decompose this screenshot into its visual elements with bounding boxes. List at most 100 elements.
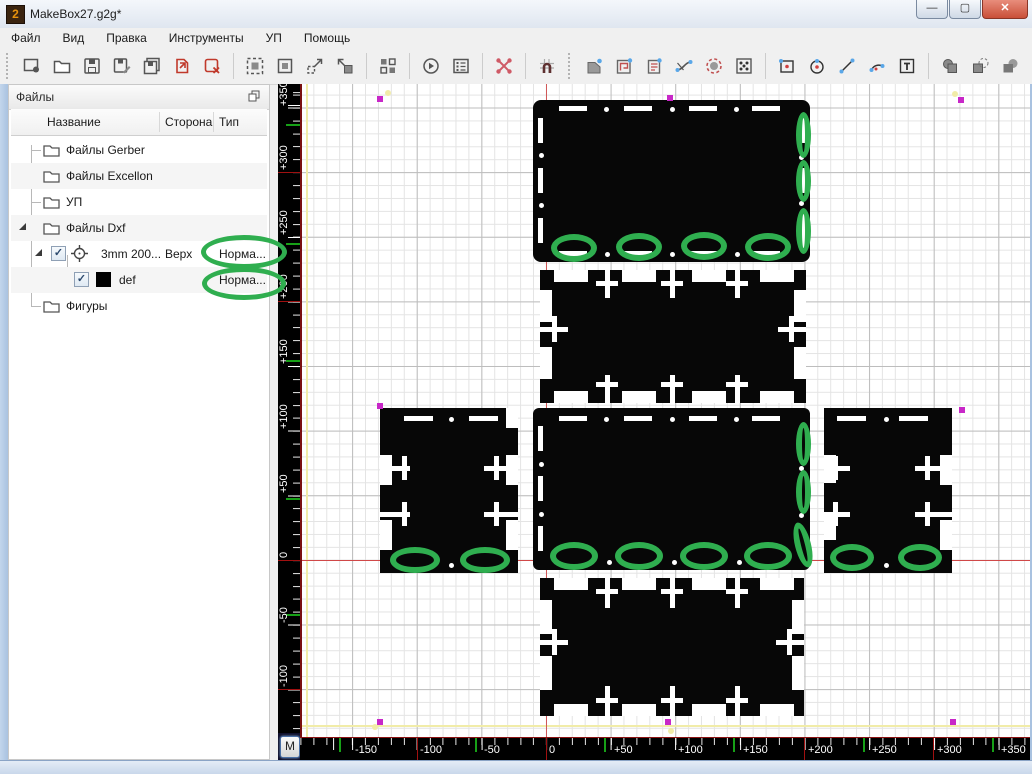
h-ruler-label: +250 (872, 744, 897, 756)
pattern-tool-icon[interactable] (732, 54, 756, 78)
status-bar (0, 760, 1032, 774)
menu-view[interactable]: Вид (52, 29, 96, 47)
bool-union-icon[interactable] (938, 54, 962, 78)
save-as-icon[interactable] (110, 54, 134, 78)
dxf-shape-side-left[interactable] (380, 408, 518, 573)
h-ruler-label: +300 (937, 744, 962, 756)
h-ruler-label: +100 (678, 744, 703, 756)
column-type[interactable]: Тип (219, 115, 239, 129)
save-icon[interactable] (80, 54, 104, 78)
dxf-shape-lid[interactable] (533, 100, 811, 262)
properties-icon[interactable] (449, 54, 473, 78)
yellow-marker (952, 91, 958, 97)
toolbar-handle (568, 53, 573, 79)
units-button[interactable]: M (280, 736, 300, 758)
folder-icon (43, 299, 60, 313)
annotation-ellipse (744, 542, 792, 570)
dxf-shape-side-right[interactable] (824, 408, 952, 573)
column-side[interactable]: Сторона (165, 115, 212, 129)
float-panel-icon[interactable] (248, 90, 261, 108)
draw-arc-icon[interactable] (865, 54, 889, 78)
toolbar-separator (765, 53, 766, 79)
menu-tools[interactable]: Инструменты (158, 29, 255, 47)
draw-rect-icon[interactable] (775, 54, 799, 78)
polygon-tool-icon[interactable] (582, 54, 606, 78)
menu-file[interactable]: Файл (0, 29, 52, 47)
zoom-in-icon[interactable] (333, 54, 357, 78)
menu-help[interactable]: Помощь (293, 29, 361, 47)
expand-arrow-icon[interactable] (35, 249, 42, 256)
pocket-tool-icon[interactable] (612, 54, 636, 78)
annotation-ellipse (201, 235, 287, 269)
toolbar (0, 48, 1032, 85)
annotation-ellipse (789, 520, 817, 570)
h-ruler-label: -150 (355, 744, 378, 756)
dxf-shape-side-back[interactable] (540, 270, 806, 403)
draw-circle-icon[interactable] (805, 54, 829, 78)
folder-icon (43, 221, 60, 235)
zoom-extents-icon[interactable] (243, 54, 267, 78)
yellow-marker (372, 724, 378, 730)
annotation-ellipse (680, 542, 728, 570)
bool-intersect-icon[interactable] (998, 54, 1022, 78)
annotation-ellipse (796, 470, 811, 514)
tree-label: Фигуры (66, 299, 108, 313)
close-button[interactable]: ✕ (982, 0, 1028, 19)
snap-grid-icon[interactable] (535, 54, 559, 78)
tree-column-header[interactable]: Название Сторона Тип (11, 109, 267, 136)
h-ruler-label: -50 (484, 744, 500, 756)
files-panel-header[interactable]: Файлы (9, 85, 269, 110)
workspace-marker (959, 407, 965, 413)
h-ruler-label: +50 (614, 744, 633, 756)
def-layer-name: def (119, 273, 136, 287)
run-icon[interactable] (419, 54, 443, 78)
maximize-button[interactable]: ▢ (949, 0, 981, 19)
h-ruler-label: +350 (1001, 744, 1026, 756)
draw-text-icon[interactable] (895, 54, 919, 78)
files-panel-title: Файлы (16, 90, 55, 104)
frame-marks-icon[interactable] (492, 54, 516, 78)
dxf-shape-side-front[interactable] (540, 578, 804, 716)
ruler-corner: M (278, 733, 300, 760)
zoom-window-icon[interactable] (273, 54, 297, 78)
minimize-button[interactable]: — (916, 0, 948, 19)
layer-color-swatch[interactable] (96, 272, 111, 287)
visibility-checkbox[interactable]: ✓ (51, 246, 66, 261)
draw-line-icon[interactable] (835, 54, 859, 78)
tree-row-excellon[interactable]: Файлы Excellon (11, 163, 267, 189)
annotation-ellipse (681, 232, 727, 260)
tree-label: Файлы Gerber (66, 143, 145, 157)
tile-view-icon[interactable] (376, 54, 400, 78)
annotation-ellipse (830, 544, 874, 571)
annotation-ellipse (796, 208, 811, 254)
expand-arrow-icon[interactable] (19, 223, 26, 230)
application-window: 2 MakeBox27.g2g* — ▢ ✕ Файл Вид Правка И… (0, 0, 1032, 774)
save-all-icon[interactable] (140, 54, 164, 78)
import-file-icon[interactable] (170, 54, 194, 78)
workspace-marker (667, 95, 673, 101)
v-ruler-label: -100 (278, 664, 290, 687)
new-project-icon[interactable] (20, 54, 44, 78)
tree-row-up[interactable]: УП (11, 189, 267, 215)
workspace-marker (665, 719, 671, 725)
menu-up[interactable]: УП (255, 29, 293, 47)
dxf-shape-bottom-face[interactable] (533, 408, 817, 570)
drill-tool-icon[interactable] (702, 54, 726, 78)
curve-tool-icon[interactable] (672, 54, 696, 78)
visibility-checkbox[interactable]: ✓ (74, 272, 89, 287)
bool-subtract-icon[interactable] (968, 54, 992, 78)
column-name[interactable]: Название (47, 115, 101, 129)
annotation-ellipse (615, 542, 663, 570)
close-file-icon[interactable] (200, 54, 224, 78)
open-icon[interactable] (50, 54, 74, 78)
tree-label: УП (66, 195, 83, 209)
menu-edit[interactable]: Правка (95, 29, 158, 47)
tree-row-gerber[interactable]: Файлы Gerber (11, 137, 267, 163)
app-icon: 2 (6, 5, 25, 24)
toolbar-separator (366, 53, 367, 79)
design-canvas[interactable] (300, 84, 1030, 737)
toolbar-separator (233, 53, 234, 79)
gcode-doc-icon[interactable] (642, 54, 666, 78)
zoom-out-icon[interactable] (303, 54, 327, 78)
annotation-ellipse (390, 547, 440, 573)
